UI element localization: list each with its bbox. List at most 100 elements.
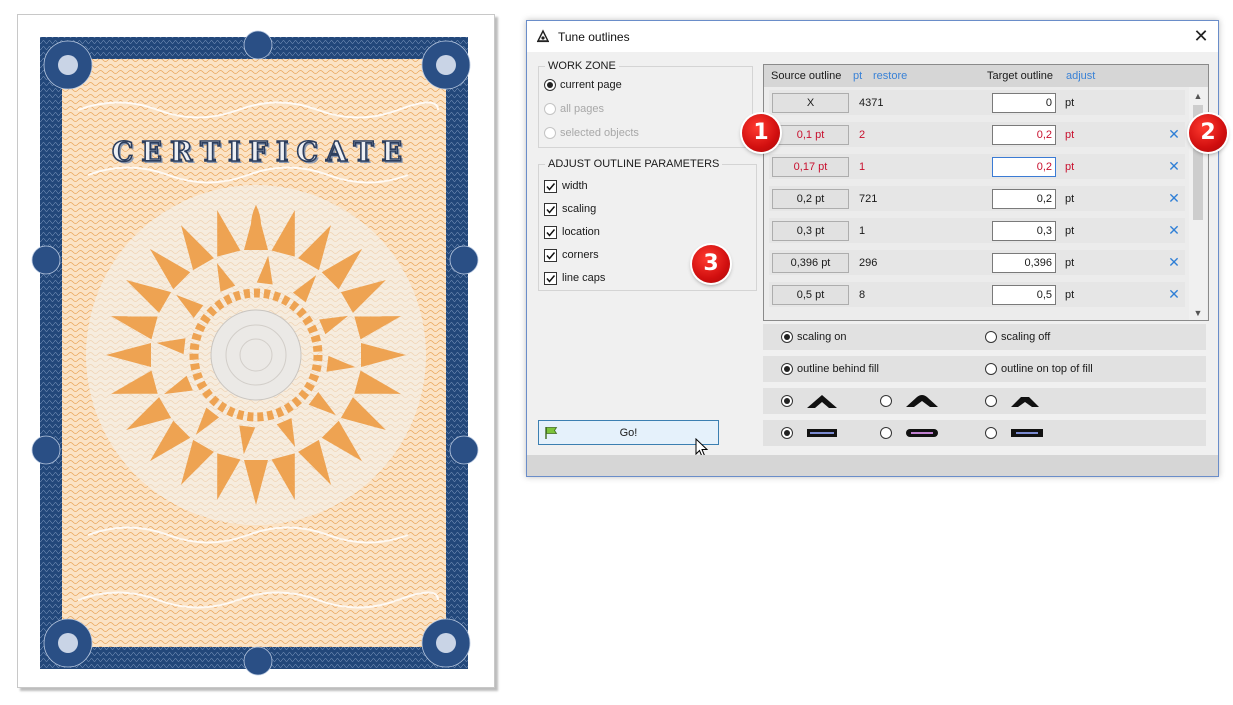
radio-label: scaling on [797, 331, 847, 343]
object-count: 1 [859, 161, 866, 173]
radio-indicator[interactable] [544, 79, 556, 91]
checkbox[interactable] [544, 179, 557, 193]
check-line-caps[interactable]: line caps [544, 270, 605, 286]
certificate-title: CERTIFICATE [111, 136, 411, 169]
close-button[interactable]: ✕ [1190, 25, 1212, 47]
radio-indicator[interactable] [781, 395, 793, 407]
unit-label: pt [1065, 129, 1075, 141]
unit-label: pt [1065, 257, 1075, 269]
check-location[interactable]: location [544, 224, 600, 240]
check-width[interactable]: width [544, 178, 588, 194]
radio-indicator[interactable] [880, 395, 892, 407]
scroll-up-icon[interactable]: ▲ [1189, 89, 1207, 103]
work-zone-group: WORK ZONE current page all pages selecte… [538, 60, 753, 148]
adjust-link[interactable]: adjust [1066, 70, 1095, 82]
header-target-outline: Target outline [987, 70, 1054, 82]
source-outline-button[interactable]: 0,17 pt [772, 157, 849, 177]
object-count: 4371 [859, 97, 884, 109]
check-label: scaling [562, 203, 597, 215]
corner-style-options [763, 388, 1206, 414]
radio-indicator[interactable] [985, 395, 997, 407]
checkmark-icon [546, 251, 556, 260]
radio-selected-objects[interactable]: selected objects [544, 125, 639, 141]
radio-indicator[interactable] [880, 427, 892, 439]
radio-corner-bevel[interactable] [985, 393, 1039, 409]
restore-link[interactable]: restore [873, 70, 907, 82]
remove-row-icon[interactable]: ✕ [1167, 159, 1181, 173]
checkbox[interactable] [544, 225, 557, 239]
title-bar[interactable]: Tune outlines ✕ [527, 21, 1218, 52]
object-count: 1 [859, 225, 866, 237]
radio-indicator[interactable] [985, 427, 997, 439]
go-button[interactable]: Go! [538, 420, 719, 445]
remove-row-icon[interactable]: ✕ [1167, 223, 1181, 237]
source-outline-button[interactable]: X [772, 93, 849, 113]
outline-grid: Source outline pt restore Target outline… [763, 64, 1209, 321]
check-corners[interactable]: corners [544, 247, 599, 263]
checkmark-icon [546, 228, 556, 237]
radio-current-page[interactable]: current page [544, 77, 622, 93]
radio-label: current page [560, 79, 622, 91]
radio-indicator[interactable] [985, 363, 997, 375]
source-outline-button[interactable]: 0,2 pt [772, 189, 849, 209]
radio-cap-square[interactable] [985, 425, 1043, 441]
target-outline-input[interactable]: 0,3 [992, 221, 1056, 241]
radio-corner-miter[interactable] [781, 393, 837, 409]
radio-scaling-off[interactable]: scaling off [985, 329, 1050, 345]
source-outline-button[interactable]: 0,5 pt [772, 285, 849, 305]
pt-link[interactable]: pt [853, 70, 862, 82]
radio-label: outline on top of fill [1001, 363, 1093, 375]
radio-indicator[interactable] [781, 331, 793, 343]
radio-outline-on-top[interactable]: outline on top of fill [985, 361, 1093, 377]
object-count: 721 [859, 193, 878, 205]
square-cap-icon [1011, 429, 1043, 437]
radio-indicator[interactable] [544, 127, 556, 139]
remove-row-icon[interactable]: ✕ [1167, 255, 1181, 269]
source-outline-button[interactable]: 0,1 pt [772, 125, 849, 145]
outline-order-options: outline behind fill outline on top of fi… [763, 356, 1206, 382]
target-outline-input[interactable]: 0,2 [992, 189, 1056, 209]
radio-cap-butt[interactable] [781, 425, 837, 441]
target-outline-input[interactable]: 0,396 [992, 253, 1056, 273]
radio-scaling-on[interactable]: scaling on [781, 329, 847, 345]
unit-label: pt [1065, 289, 1075, 301]
certificate-artwork [31, 30, 479, 676]
radio-all-pages[interactable]: all pages [544, 101, 604, 117]
table-row: 0,2 pt 721 0,2 pt ✕ [769, 186, 1185, 211]
radio-indicator[interactable] [985, 331, 997, 343]
source-outline-button[interactable]: 0,396 pt [772, 253, 849, 273]
unit-label: pt [1065, 97, 1075, 109]
remove-row-icon[interactable]: ✕ [1167, 127, 1181, 141]
target-outline-input[interactable]: 0,5 [992, 285, 1056, 305]
radio-outline-behind-fill[interactable]: outline behind fill [781, 361, 879, 377]
remove-row-icon[interactable]: ✕ [1167, 287, 1181, 301]
round-corner-icon [906, 395, 938, 407]
target-outline-input[interactable]: 0,2 [992, 157, 1056, 177]
radio-indicator[interactable] [544, 103, 556, 115]
unit-label: pt [1065, 161, 1075, 173]
remove-row-icon[interactable]: ✕ [1167, 191, 1181, 205]
check-label: width [562, 180, 588, 192]
checkmark-icon [546, 205, 556, 214]
step-badge-2: 2 [1189, 114, 1227, 152]
radio-indicator[interactable] [781, 363, 793, 375]
source-outline-button[interactable]: 0,3 pt [772, 221, 849, 241]
checkbox[interactable] [544, 271, 557, 285]
target-outline-input[interactable]: 0 [992, 93, 1056, 113]
target-outline-input[interactable]: 0,2 [992, 125, 1056, 145]
radio-corner-round[interactable] [880, 393, 938, 409]
scroll-down-icon[interactable]: ▼ [1189, 306, 1207, 320]
table-row: 0,5 pt 8 0,5 pt ✕ [769, 282, 1185, 307]
radio-label: selected objects [560, 127, 639, 139]
miter-corner-icon [807, 395, 837, 408]
table-row: X 4371 0 pt [769, 90, 1185, 115]
radio-cap-round[interactable] [880, 425, 938, 441]
line-cap-options [763, 420, 1206, 446]
radio-indicator[interactable] [781, 427, 793, 439]
radio-label: outline behind fill [797, 363, 879, 375]
status-bar [527, 455, 1218, 476]
checkbox[interactable] [544, 248, 557, 262]
checkbox[interactable] [544, 202, 557, 216]
check-scaling[interactable]: scaling [544, 201, 596, 217]
certificate-page: CERTIFICATE [17, 14, 495, 688]
